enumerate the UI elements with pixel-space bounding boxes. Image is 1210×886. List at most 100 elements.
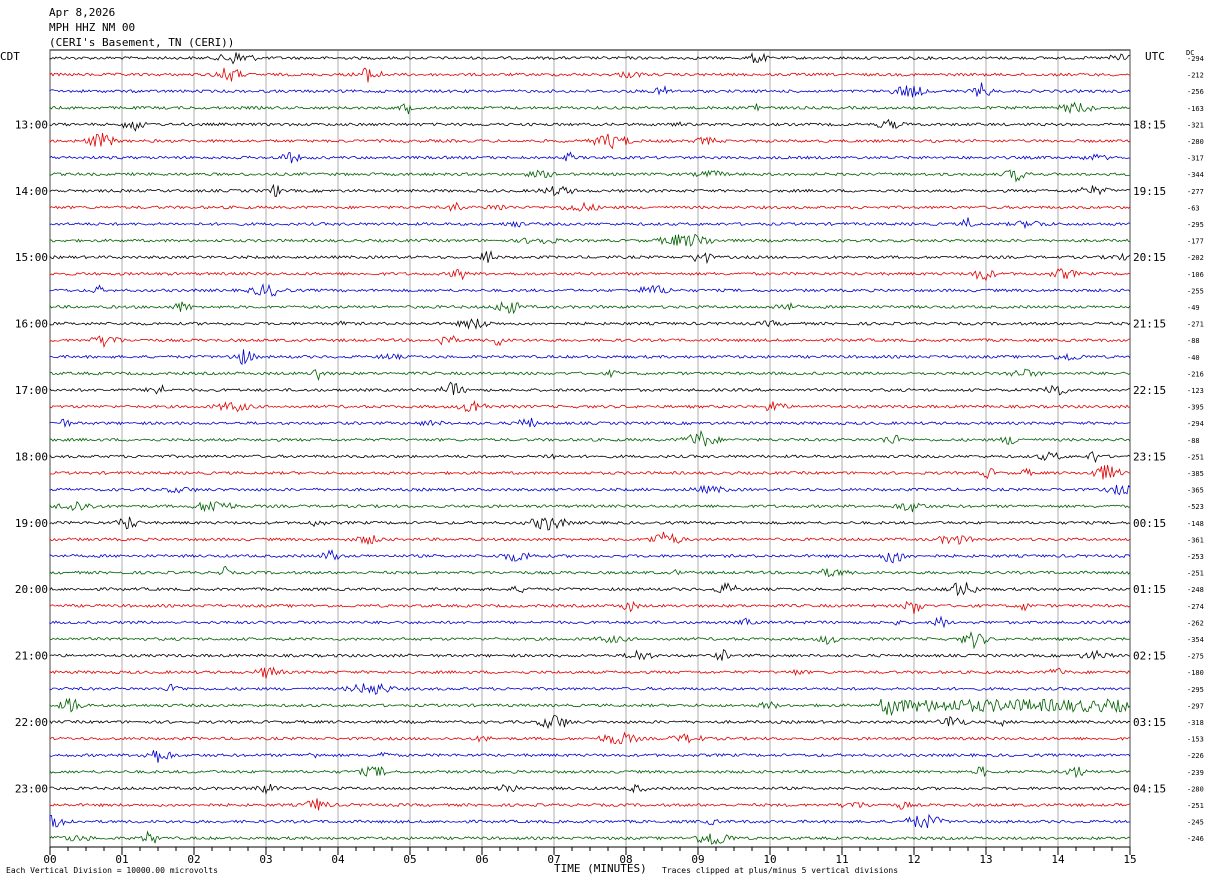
dc-offset-label: -262 [1187, 619, 1204, 627]
right-hour-label: 02:15 [1133, 650, 1166, 663]
trace-line [49, 783, 1131, 795]
x-tick-label: 05 [403, 853, 416, 866]
dc-offset-label: -180 [1187, 669, 1204, 677]
dc-offset-label: -251 [1187, 453, 1204, 461]
trace-line [49, 368, 1131, 382]
right-hour-label: 04:15 [1133, 782, 1166, 795]
trace-line [49, 765, 1131, 779]
dc-offset-label: -395 [1187, 404, 1204, 412]
trace-line [49, 82, 1131, 98]
dc-offset-label: -148 [1187, 520, 1204, 528]
trace-line [49, 531, 1131, 546]
dc-offset-label: -153 [1187, 736, 1204, 744]
plot-frame [49, 49, 1131, 848]
x-tick-label: 03 [259, 853, 272, 866]
dc-offset-label: -251 [1187, 570, 1204, 578]
right-hour-label: 18:15 [1133, 118, 1166, 131]
trace-line [49, 429, 1131, 447]
trace-line [49, 500, 1131, 513]
left-hour-label: 20:00 [15, 583, 48, 596]
trace-line [49, 548, 1131, 564]
x-axis-title: TIME (MINUTES) [554, 862, 647, 875]
trace-line [49, 381, 1131, 396]
trace-line [49, 565, 1131, 578]
trace-line [49, 233, 1131, 247]
trace-line [49, 67, 1131, 83]
dc-offset-label: -253 [1187, 553, 1204, 561]
dc-offset-label: -294 [1187, 55, 1204, 63]
trace-line [49, 615, 1131, 629]
left-hour-label: 14:00 [15, 185, 48, 198]
x-tick-label: 14 [1051, 853, 1065, 866]
dc-offset-label: -294 [1187, 420, 1204, 428]
dc-offset-label: -295 [1187, 686, 1204, 694]
x-tick-label: 11 [835, 853, 848, 866]
dc-offset-label: -523 [1187, 503, 1204, 511]
trace-line [49, 451, 1131, 464]
trace-line [49, 830, 1131, 845]
dc-offset-label: -275 [1187, 653, 1204, 661]
trace-line [49, 183, 1131, 197]
dc-offset-label: -245 [1187, 819, 1204, 827]
dc-offset-label: -256 [1187, 88, 1204, 96]
dc-offset-label: -123 [1187, 387, 1204, 395]
trace-line [49, 283, 1131, 297]
right-hour-label: 01:15 [1133, 583, 1166, 596]
left-hour-label: 17:00 [15, 384, 48, 397]
trace-line [49, 697, 1131, 717]
trace-line [49, 648, 1131, 661]
dc-offset-label: -212 [1187, 72, 1204, 80]
dc-offset-label: -295 [1187, 221, 1204, 229]
right-hour-label: 22:15 [1133, 384, 1166, 397]
dc-offset-label: -40 [1187, 354, 1200, 362]
right-hour-label: 03:15 [1133, 716, 1166, 729]
x-tick-label: 09 [691, 853, 704, 866]
dc-offset-label: -88 [1187, 437, 1200, 445]
trace-line [49, 464, 1131, 480]
dc-offset-label: -49 [1187, 304, 1200, 312]
dc-offset-label: -216 [1187, 370, 1204, 378]
x-tick-label: 10 [763, 853, 776, 866]
trace-line [49, 300, 1131, 315]
scale-note: Each Vertical Division = 10000.00 microv… [6, 866, 218, 875]
left-hour-label: 18:00 [15, 450, 48, 463]
right-hour-label: 19:15 [1133, 185, 1166, 198]
trace-line [49, 682, 1131, 695]
dc-offset-label: -202 [1187, 254, 1204, 262]
trace-line [49, 335, 1131, 349]
x-tick-label: 00 [43, 853, 56, 866]
seismogram-chart: 00 01 02 03 04 05 06 07 08 09 10 11 12 13 14 15-294-212… [15, 49, 1204, 866]
trace-line [49, 750, 1131, 763]
left-hour-label: 19:00 [15, 517, 48, 530]
trace-line [49, 400, 1131, 413]
dc-offset-label: -280 [1187, 785, 1204, 793]
dc-offset-label: -251 [1187, 802, 1204, 810]
dc-offset-label: -226 [1187, 752, 1204, 760]
left-hour-label: 23:00 [15, 782, 48, 795]
trace-line [49, 101, 1131, 115]
trace-line [49, 631, 1131, 650]
dc-offset-label: -321 [1187, 121, 1204, 129]
x-tick-label: 01 [115, 853, 128, 866]
trace-line [49, 417, 1131, 428]
trace-line [49, 268, 1131, 282]
x-tick-label: 13 [979, 853, 992, 866]
dc-offset-label: -361 [1187, 536, 1204, 544]
right-hour-label: 23:15 [1133, 450, 1166, 463]
trace-line [49, 666, 1131, 679]
trace-line [49, 484, 1131, 496]
x-tick-label: 12 [907, 853, 920, 866]
trace-line [49, 798, 1131, 811]
trace-line [49, 118, 1131, 132]
trace-line [49, 132, 1131, 150]
trace-line [49, 201, 1131, 212]
clip-note: Traces clipped at plus/minus 5 vertical … [662, 866, 899, 875]
dc-offset-label: -277 [1187, 188, 1204, 196]
left-hour-label: 13:00 [15, 118, 48, 131]
trace-line [49, 581, 1131, 597]
trace-line [49, 250, 1131, 265]
dc-offset-label: -365 [1187, 487, 1204, 495]
dc-offset-label: -280 [1187, 138, 1204, 146]
dc-offset-label: -163 [1187, 105, 1204, 113]
dc-offset-label: -255 [1187, 287, 1204, 295]
